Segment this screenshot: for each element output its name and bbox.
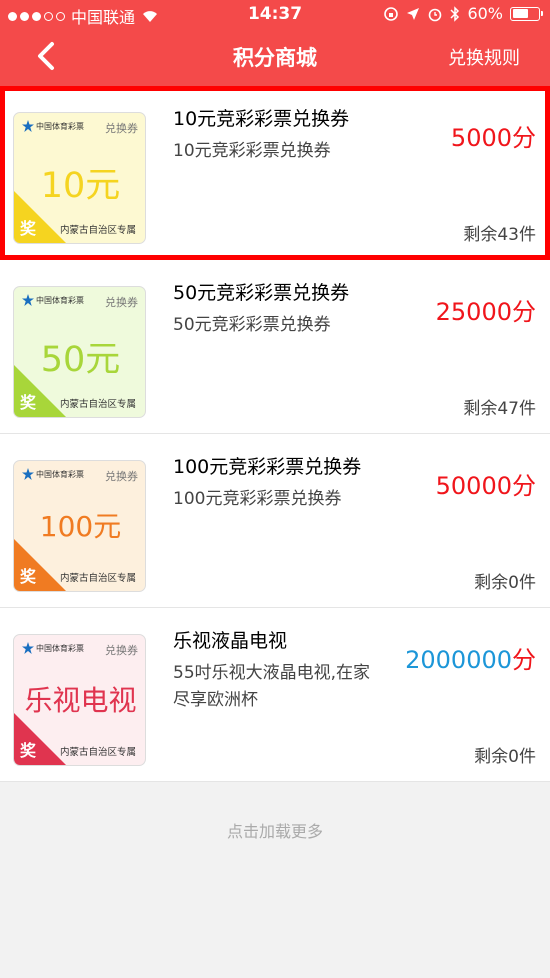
remaining-stock: 剩余47件: [463, 399, 536, 419]
prize-mark: 奖: [20, 741, 37, 760]
price-unit: 分: [512, 646, 536, 674]
lottery-logo: 中国体育彩票: [22, 642, 84, 654]
star-icon: [22, 120, 34, 132]
voucher-label: 兑换券: [105, 122, 138, 135]
prize-mark: 奖: [20, 567, 37, 586]
lottery-logo: 中国体育彩票: [22, 468, 84, 480]
rotation-lock-icon: [384, 6, 399, 21]
product-price: 25000分: [436, 292, 536, 327]
voucher-amount: 乐视电视: [24, 684, 137, 717]
voucher-image: 中国体育彩票 兑换券 50元 奖 内蒙古自治区专属: [13, 286, 146, 418]
alarm-icon: [429, 8, 442, 21]
battery-icon: [510, 6, 543, 21]
product-item[interactable]: 中国体育彩票 兑换券 乐视电视 奖 内蒙古自治区专属 乐视液晶电视 55吋乐视大…: [0, 608, 550, 782]
price-value: 50000: [435, 472, 512, 500]
voucher-label: 兑换券: [105, 644, 138, 657]
product-desc: 100元竞彩彩票兑换券: [173, 489, 342, 509]
product-name: 10元竞彩彩票兑换券: [173, 108, 350, 130]
prize-mark: 奖: [20, 393, 37, 412]
voucher-region: 内蒙古自治区专属: [59, 225, 136, 236]
lottery-logo: 中国体育彩票: [22, 294, 84, 306]
product-item[interactable]: 中国体育彩票 兑换券 50元 奖 内蒙古自治区专属 50元竞彩彩票兑换券 50元…: [0, 260, 550, 434]
price-value: 5000: [450, 124, 512, 152]
remaining-stock: 剩余0件: [474, 747, 536, 767]
lottery-logo: 中国体育彩票: [22, 120, 84, 132]
location-icon: [407, 7, 420, 20]
star-icon: [22, 642, 34, 654]
price-unit: 分: [512, 298, 536, 326]
lottery-logo-text: 中国体育彩票: [36, 643, 84, 653]
product-price: 50000分: [436, 466, 536, 501]
product-item[interactable]: 中国体育彩票 兑换券 100元 奖 内蒙古自治区专属 100元竞彩彩票兑换券 1…: [0, 434, 550, 608]
star-icon: [22, 468, 34, 480]
header: 中国联通 14:37 60% 积分商城 兑换规则: [0, 0, 550, 86]
product-desc: 55吋乐视大液晶电视,在家尽享欧洲杯: [173, 663, 371, 710]
product-price: 5000分: [451, 118, 536, 153]
voucher-image: 中国体育彩票 兑换券 10元 奖 内蒙古自治区专属: [13, 112, 146, 244]
product-item[interactable]: 中国体育彩票 兑换券 10元 奖 内蒙古自治区专属 10元竞彩彩票兑换券 10元…: [0, 86, 550, 260]
status-bar: 中国联通 14:37 60%: [0, 0, 550, 28]
price-unit: 分: [512, 124, 536, 152]
voucher-region: 内蒙古自治区专属: [59, 573, 136, 584]
voucher-label: 兑换券: [105, 296, 138, 309]
voucher-region: 内蒙古自治区专属: [59, 747, 136, 758]
prize-mark: 奖: [20, 219, 37, 238]
bluetooth-icon: [450, 5, 460, 22]
product-name: 乐视液晶电视: [173, 630, 288, 652]
remaining-stock: 剩余0件: [474, 573, 536, 593]
product-name: 100元竞彩彩票兑换券: [173, 456, 362, 478]
product-list: 中国体育彩票 兑换券 10元 奖 内蒙古自治区专属 10元竞彩彩票兑换券 10元…: [0, 86, 550, 782]
voucher-image: 中国体育彩票 兑换券 乐视电视 奖 内蒙古自治区专属: [13, 634, 146, 766]
product-name: 50元竞彩彩票兑换券: [173, 282, 350, 304]
price-value: 25000: [435, 298, 512, 326]
voucher-label: 兑换券: [105, 470, 138, 483]
load-more-button[interactable]: 点击加载更多: [0, 818, 550, 842]
product-desc: 10元竞彩彩票兑换券: [173, 141, 331, 161]
voucher-amount: 10元: [40, 166, 121, 206]
voucher-region: 内蒙古自治区专属: [59, 399, 136, 410]
lottery-logo-text: 中国体育彩票: [36, 121, 84, 131]
voucher-amount: 100元: [39, 510, 122, 543]
voucher-amount: 50元: [40, 340, 121, 380]
price-unit: 分: [512, 472, 536, 500]
product-price: 2000000分: [405, 640, 536, 675]
lottery-logo-text: 中国体育彩票: [36, 295, 84, 305]
price-value: 2000000: [405, 646, 512, 674]
battery-percent: 60%: [467, 4, 503, 23]
exchange-rules-button[interactable]: 兑换规则: [448, 44, 520, 70]
nav-bar: 积分商城 兑换规则: [0, 28, 550, 86]
voucher-image: 中国体育彩票 兑换券 100元 奖 内蒙古自治区专属: [13, 460, 146, 592]
lottery-logo-text: 中国体育彩票: [36, 469, 84, 479]
remaining-stock: 剩余43件: [463, 225, 536, 245]
product-desc: 50元竞彩彩票兑换券: [173, 315, 331, 335]
star-icon: [22, 294, 34, 306]
